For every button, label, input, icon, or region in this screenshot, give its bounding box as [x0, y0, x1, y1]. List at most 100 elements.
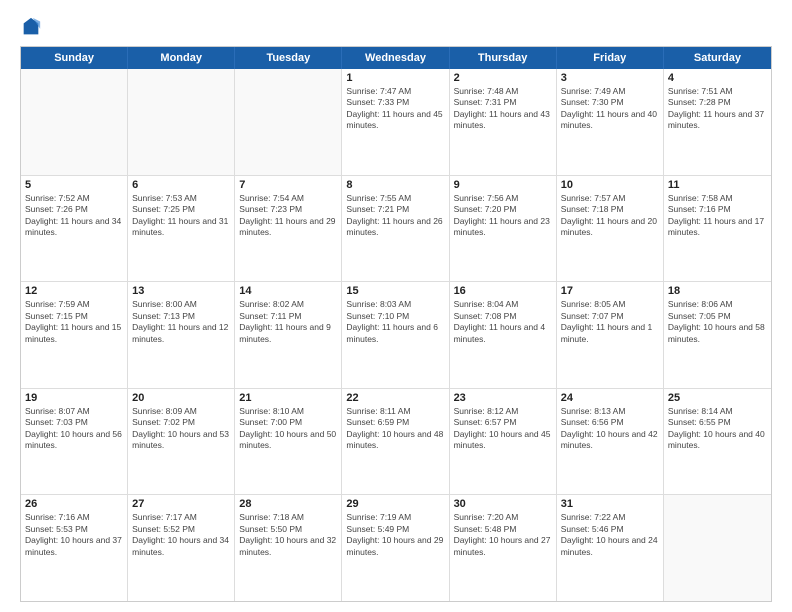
weekday-header-saturday: Saturday [664, 47, 771, 69]
day-number: 2 [454, 72, 552, 84]
header [20, 16, 772, 38]
calendar-day-3: 3 Sunrise: 7:49 AM Sunset: 7:30 PM Daylig… [557, 69, 664, 175]
day-number: 11 [668, 179, 767, 191]
day-number: 24 [561, 392, 659, 404]
calendar-day-22: 22 Sunrise: 8:11 AM Sunset: 6:59 PM Dayli… [342, 389, 449, 495]
calendar-day-empty [664, 495, 771, 601]
calendar-day-13: 13 Sunrise: 8:00 AM Sunset: 7:13 PM Dayli… [128, 282, 235, 388]
day-info: Sunrise: 7:22 AM Sunset: 5:46 PM Dayligh… [561, 512, 659, 558]
calendar-header-row: SundayMondayTuesdayWednesdayThursdayFrid… [21, 47, 771, 69]
day-info: Sunrise: 8:09 AM Sunset: 7:02 PM Dayligh… [132, 406, 230, 452]
day-info: Sunrise: 8:10 AM Sunset: 7:00 PM Dayligh… [239, 406, 337, 452]
calendar-day-23: 23 Sunrise: 8:12 AM Sunset: 6:57 PM Dayli… [450, 389, 557, 495]
calendar-body: 1Sunrise: 7:47 AM Sunset: 7:33 PM Daylig… [21, 69, 771, 601]
calendar-day-2: 2 Sunrise: 7:48 AM Sunset: 7:31 PM Daylig… [450, 69, 557, 175]
calendar-day-25: 25 Sunrise: 8:14 AM Sunset: 6:55 PM Dayli… [664, 389, 771, 495]
calendar-day-empty [21, 69, 128, 175]
calendar-day-29: 29 Sunrise: 7:19 AM Sunset: 5:49 PM Dayli… [342, 495, 449, 601]
day-number: 13 [132, 285, 230, 297]
calendar-day-30: 30 Sunrise: 7:20 AM Sunset: 5:48 PM Dayli… [450, 495, 557, 601]
day-number: 15 [346, 285, 444, 297]
calendar-day-16: 16Sunrise: 8:04 AM Sunset: 7:08 PM Dayli… [450, 282, 557, 388]
weekday-header-tuesday: Tuesday [235, 47, 342, 69]
day-number: 30 [454, 498, 552, 510]
day-info: Sunrise: 7:56 AM Sunset: 7:20 PM Dayligh… [454, 193, 552, 239]
day-number: 25 [668, 392, 767, 404]
calendar-day-11: 11 Sunrise: 7:58 AM Sunset: 7:16 PM Dayli… [664, 176, 771, 282]
day-info: Sunrise: 8:14 AM Sunset: 6:55 PM Dayligh… [668, 406, 767, 452]
calendar-day-15: 15 Sunrise: 8:03 AM Sunset: 7:10 PM Dayli… [342, 282, 449, 388]
day-info: Sunrise: 8:12 AM Sunset: 6:57 PM Dayligh… [454, 406, 552, 452]
calendar-week-2: 5 Sunrise: 7:52 AM Sunset: 7:26 PM Daylig… [21, 176, 771, 283]
calendar-day-empty [128, 69, 235, 175]
calendar-week-4: 19 Sunrise: 8:07 AM Sunset: 7:03 PM Dayli… [21, 389, 771, 496]
calendar-day-empty [235, 69, 342, 175]
calendar-day-14: 14 Sunrise: 8:02 AM Sunset: 7:11 PM Dayli… [235, 282, 342, 388]
weekday-header-wednesday: Wednesday [342, 47, 449, 69]
day-info: Sunrise: 7:55 AM Sunset: 7:21 PM Dayligh… [346, 193, 444, 239]
day-info: Sunrise: 7:58 AM Sunset: 7:16 PM Dayligh… [668, 193, 767, 239]
day-number: 26 [25, 498, 123, 510]
day-info: Sunrise: 7:53 AM Sunset: 7:25 PM Dayligh… [132, 193, 230, 239]
day-number: 1 [346, 72, 444, 84]
weekday-header-monday: Monday [128, 47, 235, 69]
weekday-header-sunday: Sunday [21, 47, 128, 69]
calendar-day-4: 4Sunrise: 7:51 AM Sunset: 7:28 PM Daylig… [664, 69, 771, 175]
day-number: 8 [346, 179, 444, 191]
calendar-day-17: 17 Sunrise: 8:05 AM Sunset: 7:07 PM Dayli… [557, 282, 664, 388]
day-info: Sunrise: 8:05 AM Sunset: 7:07 PM Dayligh… [561, 299, 659, 345]
day-number: 12 [25, 285, 123, 297]
day-info: Sunrise: 7:18 AM Sunset: 5:50 PM Dayligh… [239, 512, 337, 558]
day-number: 7 [239, 179, 337, 191]
day-info: Sunrise: 8:03 AM Sunset: 7:10 PM Dayligh… [346, 299, 444, 345]
day-info: Sunrise: 7:54 AM Sunset: 7:23 PM Dayligh… [239, 193, 337, 239]
calendar: SundayMondayTuesdayWednesdayThursdayFrid… [20, 46, 772, 602]
day-number: 19 [25, 392, 123, 404]
page: SundayMondayTuesdayWednesdayThursdayFrid… [0, 0, 792, 612]
day-info: Sunrise: 8:13 AM Sunset: 6:56 PM Dayligh… [561, 406, 659, 452]
day-number: 31 [561, 498, 659, 510]
day-number: 20 [132, 392, 230, 404]
day-info: Sunrise: 7:59 AM Sunset: 7:15 PM Dayligh… [25, 299, 123, 345]
calendar-day-8: 8 Sunrise: 7:55 AM Sunset: 7:21 PM Daylig… [342, 176, 449, 282]
day-info: Sunrise: 8:06 AM Sunset: 7:05 PM Dayligh… [668, 299, 767, 345]
calendar-day-27: 27Sunrise: 7:17 AM Sunset: 5:52 PM Dayli… [128, 495, 235, 601]
day-number: 23 [454, 392, 552, 404]
calendar-week-5: 26 Sunrise: 7:16 AM Sunset: 5:53 PM Dayli… [21, 495, 771, 601]
calendar-day-10: 10Sunrise: 7:57 AM Sunset: 7:18 PM Dayli… [557, 176, 664, 282]
calendar-week-1: 1Sunrise: 7:47 AM Sunset: 7:33 PM Daylig… [21, 69, 771, 176]
day-number: 3 [561, 72, 659, 84]
calendar-day-9: 9Sunrise: 7:56 AM Sunset: 7:20 PM Daylig… [450, 176, 557, 282]
day-info: Sunrise: 7:16 AM Sunset: 5:53 PM Dayligh… [25, 512, 123, 558]
day-info: Sunrise: 8:04 AM Sunset: 7:08 PM Dayligh… [454, 299, 552, 345]
day-info: Sunrise: 7:52 AM Sunset: 7:26 PM Dayligh… [25, 193, 123, 239]
day-info: Sunrise: 7:20 AM Sunset: 5:48 PM Dayligh… [454, 512, 552, 558]
calendar-day-18: 18 Sunrise: 8:06 AM Sunset: 7:05 PM Dayli… [664, 282, 771, 388]
day-number: 21 [239, 392, 337, 404]
day-info: Sunrise: 8:02 AM Sunset: 7:11 PM Dayligh… [239, 299, 337, 345]
day-info: Sunrise: 8:11 AM Sunset: 6:59 PM Dayligh… [346, 406, 444, 452]
calendar-day-20: 20 Sunrise: 8:09 AM Sunset: 7:02 PM Dayli… [128, 389, 235, 495]
day-info: Sunrise: 8:07 AM Sunset: 7:03 PM Dayligh… [25, 406, 123, 452]
calendar-day-21: 21 Sunrise: 8:10 AM Sunset: 7:00 PM Dayli… [235, 389, 342, 495]
weekday-header-thursday: Thursday [450, 47, 557, 69]
logo [20, 16, 46, 38]
day-number: 22 [346, 392, 444, 404]
day-info: Sunrise: 8:00 AM Sunset: 7:13 PM Dayligh… [132, 299, 230, 345]
day-number: 29 [346, 498, 444, 510]
day-info: Sunrise: 7:49 AM Sunset: 7:30 PM Dayligh… [561, 86, 659, 132]
day-number: 5 [25, 179, 123, 191]
day-info: Sunrise: 7:19 AM Sunset: 5:49 PM Dayligh… [346, 512, 444, 558]
calendar-day-28: 28Sunrise: 7:18 AM Sunset: 5:50 PM Dayli… [235, 495, 342, 601]
weekday-header-friday: Friday [557, 47, 664, 69]
day-info: Sunrise: 7:48 AM Sunset: 7:31 PM Dayligh… [454, 86, 552, 132]
day-number: 18 [668, 285, 767, 297]
logo-icon [20, 16, 42, 38]
day-info: Sunrise: 7:17 AM Sunset: 5:52 PM Dayligh… [132, 512, 230, 558]
calendar-day-24: 24 Sunrise: 8:13 AM Sunset: 6:56 PM Dayli… [557, 389, 664, 495]
calendar-day-31: 31 Sunrise: 7:22 AM Sunset: 5:46 PM Dayli… [557, 495, 664, 601]
calendar-day-12: 12 Sunrise: 7:59 AM Sunset: 7:15 PM Dayli… [21, 282, 128, 388]
day-number: 14 [239, 285, 337, 297]
day-number: 17 [561, 285, 659, 297]
calendar-day-7: 7 Sunrise: 7:54 AM Sunset: 7:23 PM Daylig… [235, 176, 342, 282]
